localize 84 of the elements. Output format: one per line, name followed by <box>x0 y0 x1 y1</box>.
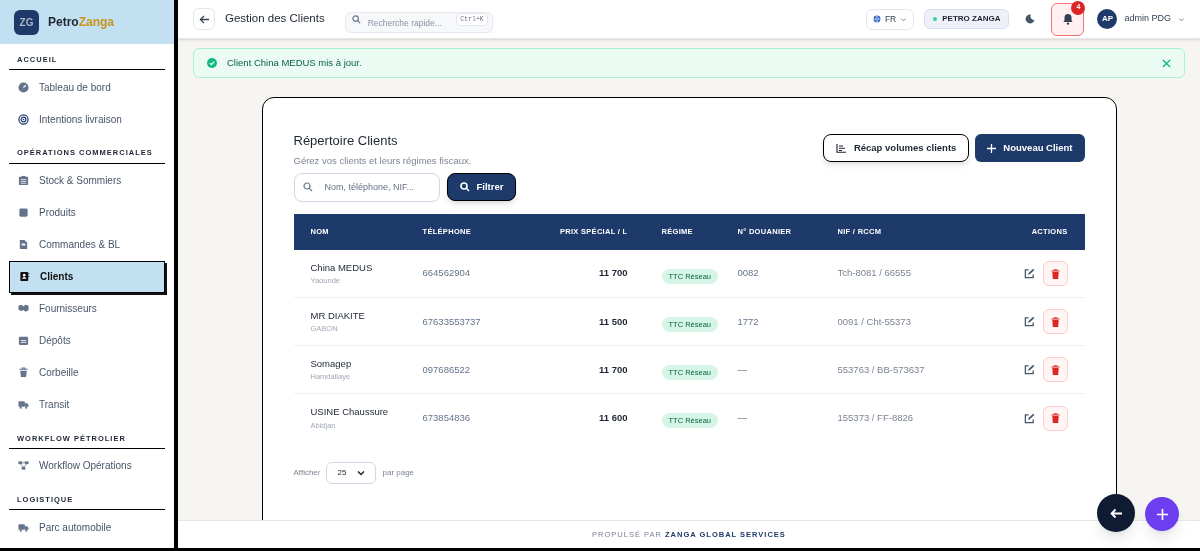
contact-book-icon <box>19 271 30 282</box>
delete-button[interactable] <box>1042 405 1068 431</box>
new-client-button[interactable]: Nouveau Client <box>975 134 1085 162</box>
trash-icon <box>18 367 29 378</box>
moon-icon[interactable] <box>1025 14 1036 24</box>
sidebar-item[interactable]: Produits <box>9 196 165 229</box>
user-avatar[interactable]: AP <box>1097 9 1118 29</box>
filter-button[interactable]: Filtrer <box>446 172 517 201</box>
logo-mark: ZG <box>14 9 39 35</box>
sidebar-item[interactable]: Corbeille <box>9 356 165 389</box>
chevron-down-icon <box>357 468 366 477</box>
document-icon <box>18 239 29 250</box>
sidebar-item[interactable]: Tableau de bord <box>9 71 165 104</box>
workflow-icon <box>18 460 29 472</box>
warehouse-icon <box>18 335 29 346</box>
pagination-label: par page <box>382 466 415 479</box>
sidebar-item[interactable]: Stock & Sommiers <box>9 164 165 197</box>
trash-icon <box>1050 413 1060 423</box>
trash-icon <box>1050 364 1060 375</box>
table-cell: 673854836 <box>422 393 523 442</box>
search-icon <box>351 14 361 24</box>
delete-button[interactable] <box>1042 357 1068 383</box>
card-title: Répertoire Clients <box>293 132 399 150</box>
table-cell: — <box>737 345 838 394</box>
edit-icon[interactable] <box>1023 316 1035 328</box>
language-selector[interactable]: FR <box>865 8 915 30</box>
chevron-down-icon <box>900 15 908 23</box>
table-cell: 0091 / Cht-55373 <box>837 297 983 346</box>
delete-button[interactable] <box>1042 309 1068 335</box>
back-button[interactable] <box>193 8 215 30</box>
toast-message: Client China MEDUS mis à jour. <box>227 55 363 70</box>
user-name[interactable]: admin PDG <box>1124 12 1171 26</box>
truck-icon <box>18 399 29 410</box>
target-icon <box>18 113 29 125</box>
sidebar-item[interactable]: Transit <box>9 388 165 421</box>
sidebar-item[interactable]: Dépôts <box>9 324 165 357</box>
table-cell: 097686522 <box>422 345 523 394</box>
brand-name: PetroZanga <box>48 14 115 31</box>
globe-icon <box>872 15 881 23</box>
table-cell: — <box>737 393 838 442</box>
table-cell: 11 700 <box>522 345 628 394</box>
truck-icon <box>18 521 29 533</box>
box-icon <box>18 207 29 218</box>
plus-icon <box>987 143 997 153</box>
table-cell: 11 600 <box>522 393 628 442</box>
bar-chart-icon <box>835 143 846 153</box>
back-arrow-icon <box>1109 507 1123 519</box>
recap-button[interactable]: Récap volumes clients <box>822 134 970 162</box>
table-cell: Tch-8081 / 66555 <box>837 249 983 298</box>
search-icon <box>302 181 313 192</box>
sidebar-item[interactable]: Clients <box>9 260 165 293</box>
search-icon <box>459 181 470 192</box>
pagination-label: Afficher <box>293 466 321 479</box>
sidebar-item[interactable]: Fournisseurs <box>9 292 165 325</box>
sidebar-item[interactable]: Commandes & BL <box>9 228 165 261</box>
add-fab[interactable] <box>1145 497 1179 531</box>
table-cell: 1772 <box>737 297 838 346</box>
edit-icon[interactable] <box>1023 412 1035 424</box>
delete-button[interactable] <box>1042 261 1068 286</box>
edit-icon[interactable] <box>1023 268 1035 279</box>
company-badge: PETRO ZANGA <box>924 9 1010 29</box>
trash-icon <box>1050 268 1060 279</box>
client-search-field[interactable]: Nom, téléphone, NIF... <box>293 172 440 202</box>
plus-icon <box>1156 508 1168 520</box>
sidebar-item[interactable]: Workflow Opérations <box>9 449 165 482</box>
table-cell: 155373 / FF-8826 <box>837 393 983 442</box>
sidebar-item[interactable]: Intentions livraison <box>9 103 165 136</box>
table-cell: 664562904 <box>422 249 523 298</box>
back-arrow-icon <box>198 13 210 25</box>
gauge-icon <box>18 81 29 93</box>
card-subtitle: Gérez vos clients et leurs régimes fiscaux. <box>293 153 472 168</box>
clipboard-icon <box>18 175 29 186</box>
table-cell: 11 500 <box>522 297 628 346</box>
table-cell: 11 700 <box>522 249 628 298</box>
page-title: Gestion des Clients <box>225 11 325 27</box>
sidebar-item[interactable]: Parc automobile <box>9 511 165 543</box>
trash-icon <box>1050 316 1060 327</box>
table-cell: 67633553737 <box>422 297 523 346</box>
page-size-select[interactable]: 25 <box>326 461 377 484</box>
edit-icon[interactable] <box>1023 364 1035 376</box>
table-cell: 0082 <box>737 249 838 298</box>
table-cell: 553763 / BB-573637 <box>837 345 983 394</box>
check-circle-icon <box>207 58 217 68</box>
bell-icon <box>1061 13 1074 25</box>
